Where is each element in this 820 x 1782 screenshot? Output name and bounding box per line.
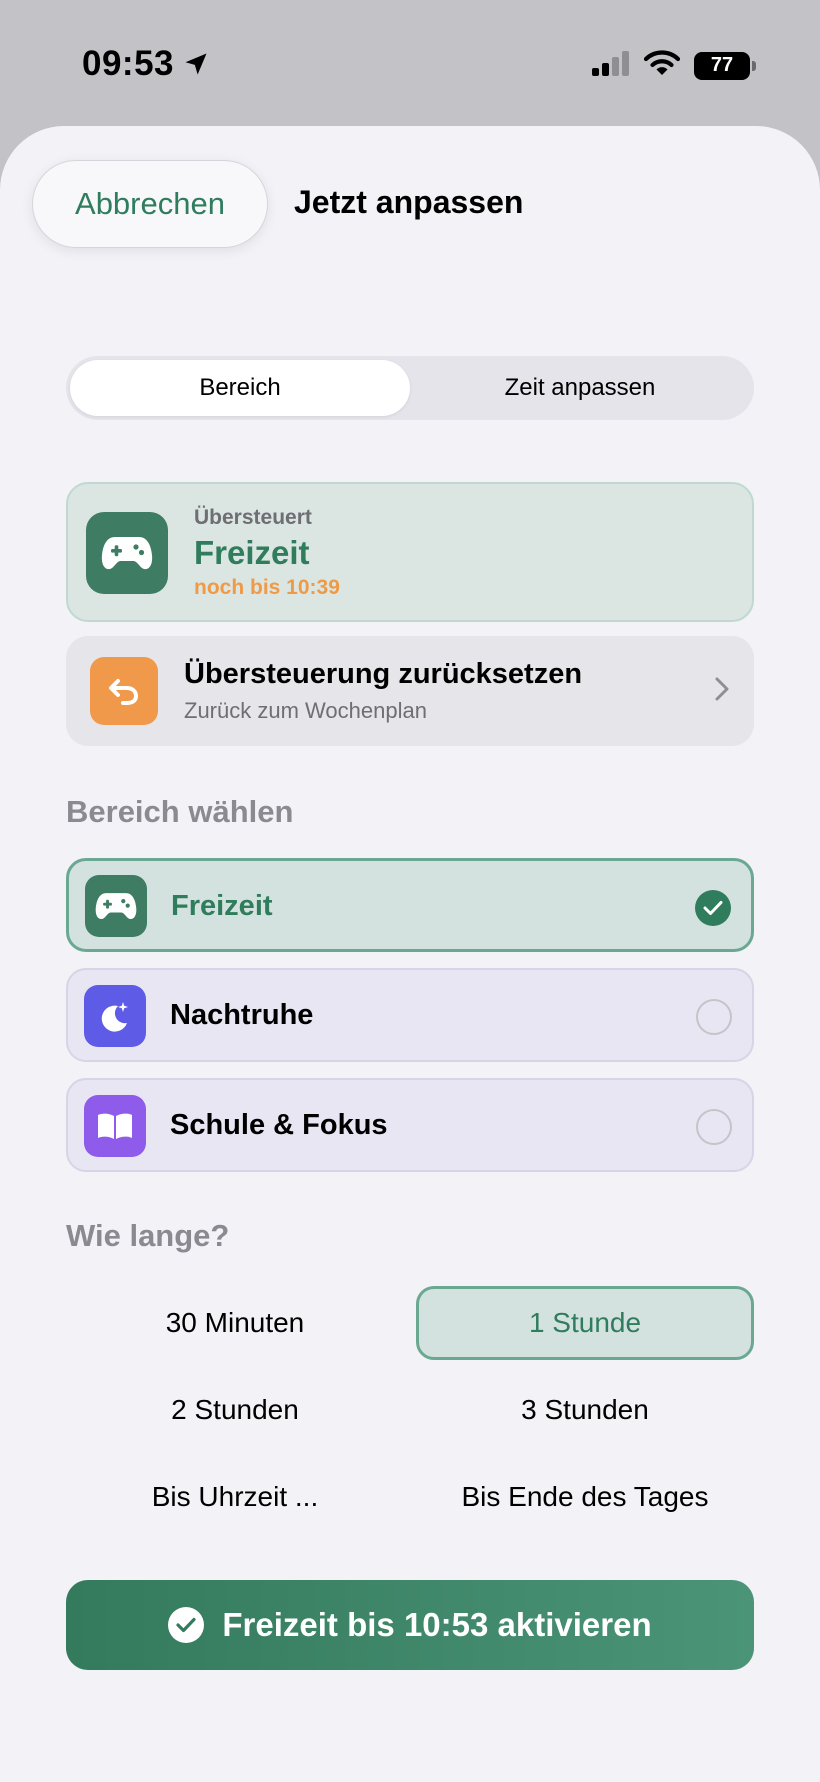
cancel-button[interactable]: Abbrechen	[32, 160, 268, 248]
chevron-right-icon	[714, 676, 730, 707]
area-item-schule-fokus[interactable]: Schule & Fokus	[66, 1078, 754, 1172]
duration-section-label: Wie lange?	[66, 1218, 230, 1253]
undo-arrow-icon	[90, 657, 158, 725]
override-status-label: Übersteuert	[194, 506, 312, 529]
sheet-title: Jetzt anpassen	[294, 184, 524, 220]
gamepad-icon	[85, 875, 147, 937]
reset-override-subtitle: Zurück zum Wochenplan	[184, 698, 427, 723]
area-item-label: Schule & Fokus	[170, 1109, 388, 1141]
activate-button-label: Freizeit bis 10:53 aktivieren	[222, 1606, 652, 1643]
duration-option-until-time[interactable]: Bis Uhrzeit ...	[66, 1460, 404, 1534]
status-right: 77	[592, 50, 756, 81]
radio-button[interactable]	[696, 1109, 732, 1145]
duration-option-end-of-day[interactable]: Bis Ende des Tages	[416, 1460, 754, 1534]
wifi-icon	[643, 50, 681, 81]
area-item-label: Freizeit	[171, 890, 273, 922]
override-until-text: noch bis 10:39	[194, 576, 340, 599]
radio-button[interactable]	[696, 999, 732, 1035]
segmented-control: Bereich Zeit anpassen	[66, 356, 754, 420]
override-card: Übersteuert Freizeit noch bis 10:39	[66, 482, 754, 622]
override-area-title: Freizeit	[194, 534, 310, 571]
status-bar: 09:53 77	[0, 0, 820, 130]
checkmark-circle-icon	[168, 1607, 205, 1643]
reset-override-title: Übersteuerung zurücksetzen	[184, 658, 583, 690]
battery-indicator: 77	[694, 51, 756, 80]
signal-icon	[592, 50, 630, 81]
battery-level: 77	[710, 54, 734, 76]
checkmark-icon[interactable]	[695, 890, 731, 926]
adjust-sheet: Abbrechen Jetzt anpassen Bereich Zeit an…	[0, 126, 820, 1782]
duration-option-30-minutes[interactable]: 30 Minuten	[66, 1286, 404, 1360]
area-section-label: Bereich wählen	[66, 794, 294, 829]
activate-button[interactable]: Freizeit bis 10:53 aktivieren	[66, 1580, 754, 1670]
reset-override-row[interactable]: Übersteuerung zurücksetzen Zurück zum Wo…	[66, 636, 754, 746]
moon-icon	[84, 985, 146, 1047]
status-time: 09:53	[82, 44, 210, 84]
gamepad-icon	[86, 512, 168, 594]
location-arrow-icon	[182, 50, 210, 78]
status-time-text: 09:53	[82, 44, 175, 83]
area-item-freizeit[interactable]: Freizeit	[66, 858, 754, 952]
duration-option-2-hours[interactable]: 2 Stunden	[66, 1373, 404, 1447]
screen: 09:53 77 Abbrechen Jetzt anpassen Bereic…	[0, 0, 820, 1782]
book-icon	[84, 1095, 146, 1157]
duration-option-1-hour[interactable]: 1 Stunde	[416, 1286, 754, 1360]
segment-zeit-anpassen[interactable]: Zeit anpassen	[410, 360, 750, 416]
duration-option-3-hours[interactable]: 3 Stunden	[416, 1373, 754, 1447]
segment-bereich[interactable]: Bereich	[70, 360, 410, 416]
area-item-nachtruhe[interactable]: Nachtruhe	[66, 968, 754, 1062]
area-item-label: Nachtruhe	[170, 999, 314, 1031]
